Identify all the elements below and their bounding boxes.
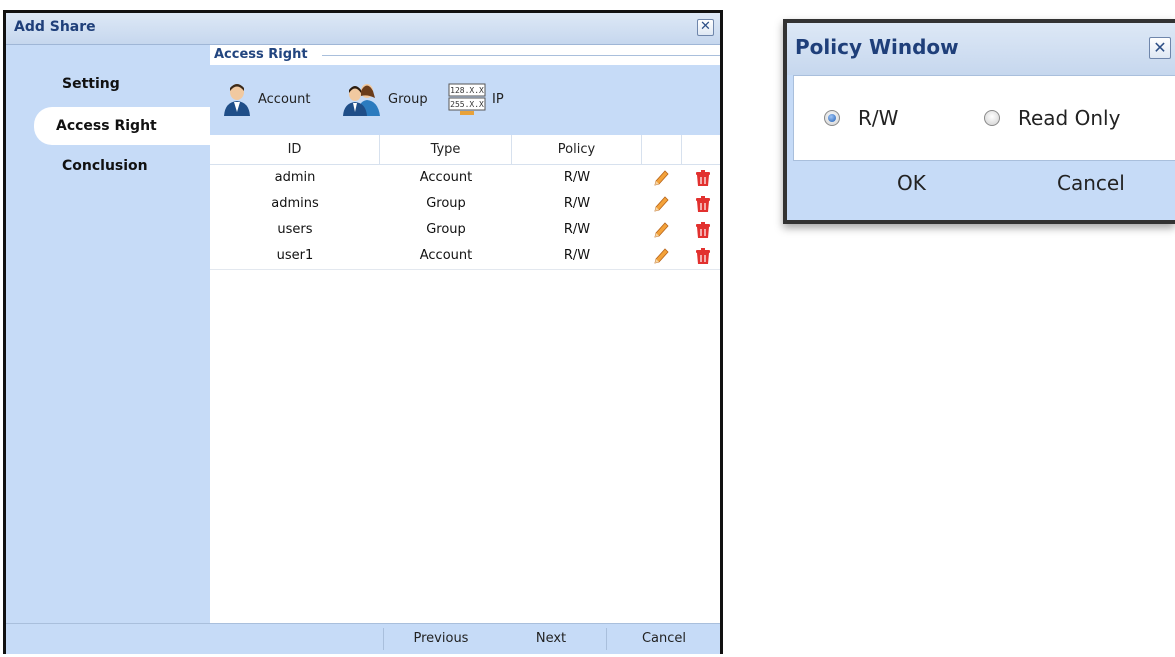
ip-icon-line2: 255.X.X [450, 100, 484, 109]
nav-item-access-right[interactable]: Access Right [34, 107, 210, 145]
pencil-icon[interactable] [652, 247, 670, 265]
add-group-button[interactable]: Group [342, 81, 428, 117]
row-policy: R/W [563, 196, 591, 211]
dialog-title: Add Share [14, 19, 96, 35]
access-table-header: ID Type Policy [210, 135, 720, 165]
row-type: Group [426, 196, 466, 211]
trash-icon[interactable] [694, 169, 712, 187]
row-id: admin [274, 170, 316, 185]
policy-cancel-button[interactable]: Cancel [1057, 171, 1125, 195]
section-header: Access Right [210, 45, 720, 65]
footer-divider [383, 628, 384, 650]
trash-icon[interactable] [694, 195, 712, 213]
row-id: user1 [276, 248, 314, 263]
access-right-panel: Access Right Account Group 128.X.X 255.X… [210, 45, 720, 624]
trash-icon[interactable] [694, 221, 712, 239]
row-policy: R/W [563, 222, 591, 237]
policy-close-button[interactable]: ✕ [1149, 37, 1171, 59]
column-delete [682, 135, 722, 164]
nav-item-conclusion[interactable]: Conclusion [34, 147, 210, 185]
add-share-dialog: Add Share ✕ Setting Access Right Conclus… [3, 10, 723, 654]
column-id[interactable]: ID [210, 135, 380, 164]
close-icon: ✕ [700, 19, 711, 34]
table-row[interactable]: user1 Account R/W [210, 243, 720, 270]
add-ip-button[interactable]: 128.X.X 255.X.X IP [448, 81, 504, 117]
table-row[interactable]: admins Group R/W [210, 191, 720, 217]
access-toolbar: Account Group 128.X.X 255.X.X IP [210, 65, 720, 135]
account-label: Account [258, 91, 311, 107]
row-policy: R/W [563, 248, 591, 263]
column-edit [642, 135, 682, 164]
policy-options: R/W Read Only [793, 75, 1175, 161]
close-button[interactable]: ✕ [697, 19, 714, 36]
ip-label: IP [492, 91, 504, 107]
pencil-icon[interactable] [652, 195, 670, 213]
row-type: Group [426, 222, 466, 237]
column-policy[interactable]: Policy [512, 135, 642, 164]
pencil-icon[interactable] [652, 169, 670, 187]
section-title: Access Right [214, 47, 308, 62]
trash-icon[interactable] [694, 247, 712, 265]
next-button[interactable]: Next [496, 624, 606, 654]
table-row[interactable]: admin Account R/W [210, 165, 720, 191]
ip-address-icon: 128.X.X 255.X.X [448, 83, 486, 115]
nav-item-setting[interactable]: Setting [34, 65, 210, 103]
row-id: users [277, 222, 313, 237]
add-account-button[interactable]: Account [222, 81, 311, 117]
close-icon: ✕ [1153, 38, 1167, 57]
ok-button[interactable]: OK [897, 171, 926, 195]
radio-read-only-label: Read Only [1018, 106, 1121, 130]
wizard-footer: Previous Next Cancel [6, 623, 720, 654]
row-policy: R/W [563, 170, 591, 185]
user-icon [224, 84, 250, 116]
radio-read-write[interactable]: R/W [824, 106, 898, 130]
radio-selected-icon[interactable] [824, 110, 840, 126]
group-label: Group [388, 91, 428, 107]
footer-divider [606, 628, 607, 650]
policy-window-title: Policy Window [795, 35, 959, 59]
policy-window: Policy Window ✕ R/W Read Only OK Cancel [783, 19, 1175, 224]
row-id: admins [271, 196, 319, 211]
dialog-title-bar[interactable]: Add Share ✕ [6, 13, 720, 45]
table-row[interactable]: users Group R/W [210, 217, 720, 243]
radio-read-write-label: R/W [858, 106, 899, 130]
radio-read-only[interactable]: Read Only [984, 106, 1120, 130]
radio-unselected-icon[interactable] [984, 110, 1000, 126]
policy-window-title-bar[interactable]: Policy Window ✕ [787, 23, 1175, 75]
row-type: Account [419, 170, 473, 185]
ip-icon-line1: 128.X.X [450, 86, 484, 95]
column-type[interactable]: Type [380, 135, 512, 164]
section-divider [322, 55, 720, 56]
row-type: Account [419, 248, 473, 263]
cancel-button[interactable]: Cancel [609, 624, 719, 654]
wizard-sidebar: Setting Access Right Conclusion [6, 45, 210, 624]
group-icon [343, 84, 380, 116]
previous-button[interactable]: Previous [386, 624, 496, 654]
pencil-icon[interactable] [652, 221, 670, 239]
